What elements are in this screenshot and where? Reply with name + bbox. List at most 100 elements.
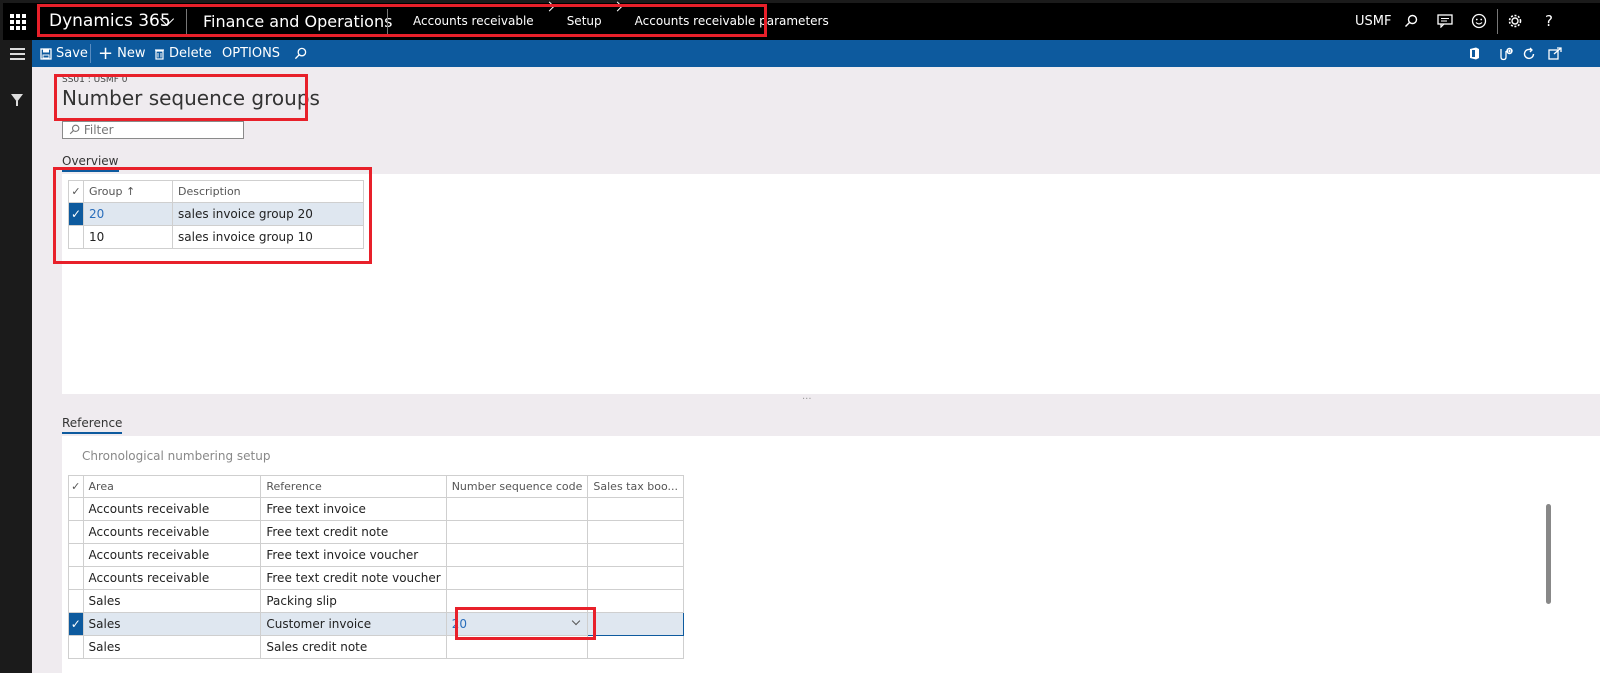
- column-header-description[interactable]: Description: [172, 180, 364, 203]
- app-window: Dynamics 365 Finance and Operations Acco…: [0, 0, 1600, 673]
- column-header-sales-tax-book[interactable]: Sales tax boo...: [587, 475, 684, 498]
- feedback-smiley-icon[interactable]: [1469, 11, 1489, 31]
- row-checkbox[interactable]: ✓: [68, 202, 84, 226]
- reference-cell[interactable]: Packing slip: [260, 589, 447, 613]
- area-cell[interactable]: Accounts receivable: [82, 543, 262, 567]
- code-cell[interactable]: [445, 497, 589, 521]
- table-row[interactable]: Accounts receivable Free text credit not…: [68, 566, 684, 590]
- tax-cell[interactable]: [587, 612, 684, 636]
- column-header-reference[interactable]: Reference: [260, 475, 447, 498]
- action-pane: Save + New Delete OPTIONS 0: [32, 40, 1600, 67]
- reference-cell[interactable]: Sales credit note: [260, 635, 447, 659]
- row-checkbox[interactable]: ✓: [68, 612, 84, 636]
- number-sequence-code-dropdown[interactable]: 20: [445, 612, 589, 636]
- select-all-checkbox[interactable]: ✓: [68, 475, 84, 498]
- code-cell[interactable]: [445, 635, 589, 659]
- area-cell[interactable]: Accounts receivable: [82, 497, 262, 521]
- area-cell[interactable]: Sales: [82, 635, 262, 659]
- open-new-window-icon[interactable]: [1548, 40, 1562, 67]
- office-icon[interactable]: [1468, 40, 1480, 67]
- tax-cell[interactable]: [587, 543, 684, 567]
- area-cell[interactable]: Sales: [82, 612, 262, 636]
- description-cell[interactable]: sales invoice group 20: [172, 202, 364, 226]
- breadcrumb: Accounts receivable Setup Accounts recei…: [413, 1, 829, 40]
- column-header-area[interactable]: Area: [82, 475, 262, 498]
- references-grid: ✓ Area Reference Number sequence code Sa…: [68, 475, 684, 659]
- save-icon: [40, 47, 52, 60]
- chevron-down-icon[interactable]: [572, 616, 581, 626]
- table-row[interactable]: Accounts receivable Free text invoice vo…: [68, 543, 684, 567]
- brand-dynamics-365[interactable]: Dynamics 365: [49, 3, 171, 40]
- refresh-icon[interactable]: [1522, 40, 1536, 67]
- divider: [186, 9, 187, 34]
- search-icon[interactable]: [1401, 11, 1421, 31]
- company-selector[interactable]: USMF: [1355, 3, 1391, 40]
- splitter-handle[interactable]: ···: [802, 394, 812, 405]
- area-cell[interactable]: Sales: [82, 589, 262, 613]
- area-cell[interactable]: Accounts receivable: [82, 520, 262, 544]
- options-tab[interactable]: OPTIONS: [222, 40, 280, 67]
- tax-cell[interactable]: [587, 589, 684, 613]
- row-checkbox[interactable]: [68, 543, 84, 567]
- column-header-number-sequence-code[interactable]: Number sequence code: [445, 475, 589, 498]
- chevron-right-icon: [544, 1, 555, 12]
- filter-input[interactable]: Filter: [62, 121, 244, 139]
- tax-cell[interactable]: [587, 520, 684, 544]
- save-label: Save: [56, 46, 88, 61]
- delete-button[interactable]: Delete: [154, 40, 212, 67]
- save-button[interactable]: Save: [40, 40, 88, 67]
- filter-funnel-icon[interactable]: [11, 94, 23, 106]
- table-row[interactable]: Sales Packing slip: [68, 589, 684, 613]
- search-icon[interactable]: [294, 40, 307, 67]
- plus-icon: +: [98, 42, 114, 64]
- row-checkbox[interactable]: [68, 497, 84, 521]
- chevron-right-icon: [612, 1, 623, 12]
- tax-cell[interactable]: [587, 497, 684, 521]
- row-checkbox[interactable]: [68, 566, 84, 590]
- divider: [387, 9, 388, 34]
- reference-cell[interactable]: Free text credit note voucher: [260, 566, 447, 590]
- tax-cell[interactable]: [587, 635, 684, 659]
- tax-cell[interactable]: [587, 566, 684, 590]
- table-row[interactable]: Accounts receivable Free text invoice: [68, 497, 684, 521]
- row-checkbox[interactable]: [68, 225, 84, 249]
- tab-overview[interactable]: Overview: [62, 154, 119, 172]
- description-cell[interactable]: sales invoice group 10: [172, 225, 364, 249]
- code-cell[interactable]: [445, 520, 589, 544]
- code-cell[interactable]: [445, 543, 589, 567]
- tab-reference[interactable]: Reference: [62, 416, 123, 434]
- new-button[interactable]: + New: [98, 40, 145, 67]
- code-cell[interactable]: [445, 566, 589, 590]
- gear-icon[interactable]: [1505, 11, 1525, 31]
- row-checkbox[interactable]: [68, 589, 84, 613]
- divider: [1497, 9, 1498, 34]
- reference-cell[interactable]: Free text invoice: [260, 497, 447, 521]
- vertical-scrollbar[interactable]: [1546, 504, 1551, 604]
- reference-cell[interactable]: Customer invoice: [260, 612, 447, 636]
- message-icon[interactable]: [1435, 11, 1455, 31]
- code-cell[interactable]: [445, 589, 589, 613]
- attachments-icon[interactable]: 0: [1498, 40, 1514, 67]
- app-launcher-icon[interactable]: [3, 3, 32, 40]
- table-row[interactable]: ✓ Sales Customer invoice 20: [68, 612, 684, 636]
- column-header-group[interactable]: Group ↑: [83, 180, 173, 203]
- reference-cell[interactable]: Free text credit note: [260, 520, 447, 544]
- table-row[interactable]: 10 sales invoice group 10: [68, 225, 364, 249]
- table-row[interactable]: Accounts receivable Free text credit not…: [68, 520, 684, 544]
- row-checkbox[interactable]: [68, 635, 84, 659]
- row-checkbox[interactable]: [68, 520, 84, 544]
- select-all-checkbox[interactable]: ✓: [68, 180, 84, 203]
- table-row[interactable]: ✓ 20 sales invoice group 20: [68, 202, 364, 226]
- hamburger-menu-icon[interactable]: [10, 48, 25, 63]
- help-icon[interactable]: ?: [1539, 11, 1559, 31]
- group-cell[interactable]: 20: [83, 202, 173, 226]
- section-header: Chronological numbering setup: [82, 449, 271, 463]
- breadcrumb-item[interactable]: Setup: [567, 3, 602, 40]
- area-cell[interactable]: Accounts receivable: [82, 566, 262, 590]
- group-cell[interactable]: 10: [83, 225, 173, 249]
- table-row[interactable]: Sales Sales credit note: [68, 635, 684, 659]
- reference-cell[interactable]: Free text invoice voucher: [260, 543, 447, 567]
- svg-text:0: 0: [1508, 49, 1511, 55]
- breadcrumb-item[interactable]: Accounts receivable parameters: [635, 3, 829, 40]
- breadcrumb-item[interactable]: Accounts receivable: [413, 3, 534, 40]
